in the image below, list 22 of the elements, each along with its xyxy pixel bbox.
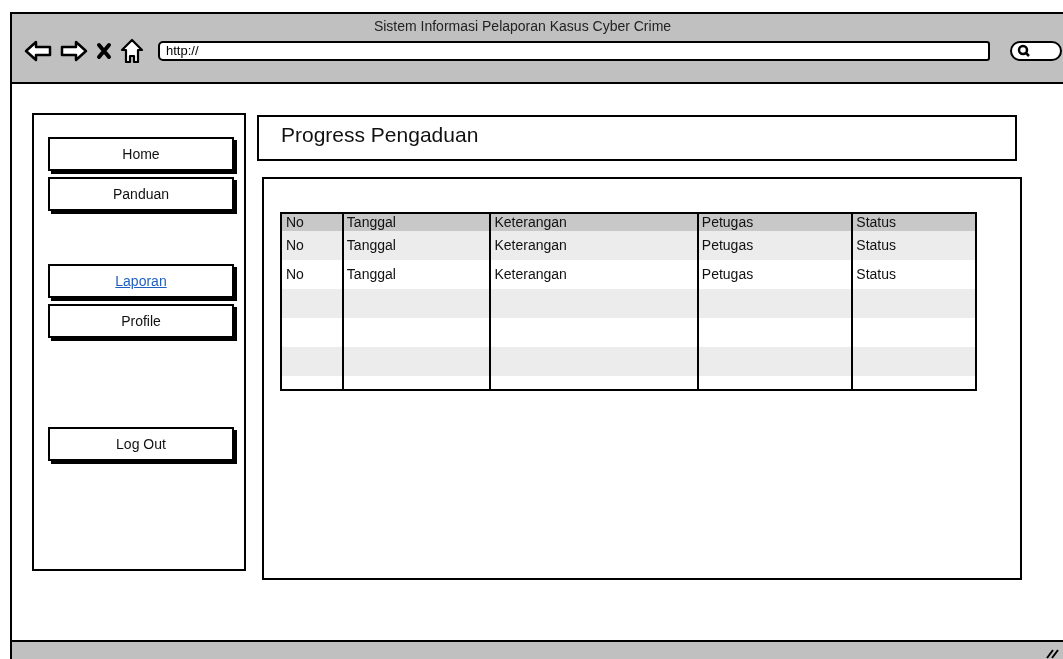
home-icon[interactable] — [120, 38, 144, 64]
sidebar-button[interactable]: Log Out — [48, 427, 234, 461]
sidebar-button[interactable]: Panduan — [48, 177, 234, 211]
table-cell-text: No — [285, 265, 305, 284]
table-cell: Petugas — [696, 231, 852, 260]
sidebar-button[interactable]: Profile — [48, 304, 234, 338]
column-header: No — [285, 214, 305, 231]
page-title: Progress Pengaduan — [281, 123, 479, 146]
search-icon — [1017, 44, 1031, 58]
resize-grip-icon[interactable] — [1045, 647, 1059, 659]
forward-icon[interactable] — [60, 39, 88, 63]
table-cell-text: No — [285, 236, 305, 255]
sidebar-button[interactable]: Home — [48, 137, 234, 171]
address-field[interactable]: http:// — [158, 41, 990, 61]
window-title: Sistem Informasi Pelaporan Kasus Cyber Crime — [372, 17, 673, 34]
sidebar-link[interactable]: Laporan — [48, 264, 234, 298]
table-cell: Status — [851, 231, 975, 260]
back-icon[interactable] — [24, 39, 52, 63]
table-cell: Keterangan — [489, 231, 697, 260]
close-icon[interactable] — [96, 42, 112, 60]
table-cell: Tanggal — [341, 231, 490, 260]
search-field[interactable] — [1010, 41, 1062, 61]
